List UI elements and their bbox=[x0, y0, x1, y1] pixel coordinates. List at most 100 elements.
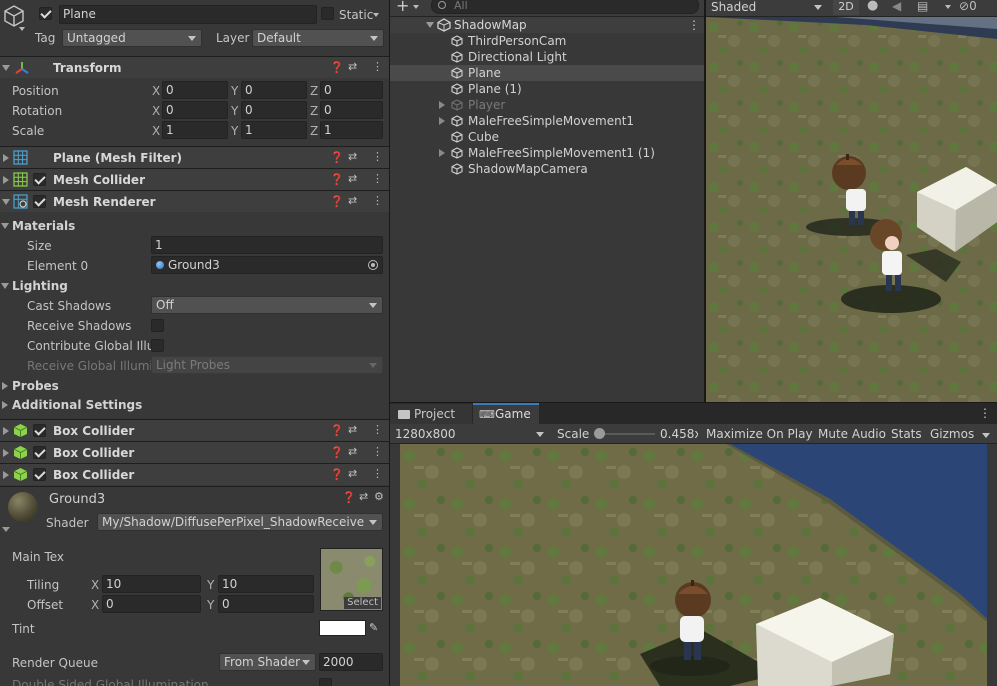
tiling-x-field[interactable]: 10 bbox=[102, 575, 201, 593]
presets-icon[interactable]: ⇄ bbox=[348, 423, 357, 437]
static-label[interactable]: Static bbox=[339, 7, 373, 23]
object-picker-icon[interactable] bbox=[368, 260, 378, 270]
main-texture-slot[interactable]: Select bbox=[320, 548, 383, 611]
collapse-arrow-icon[interactable] bbox=[426, 22, 434, 28]
transform-header[interactable]: Transform ❓ ⇄ ⋮ bbox=[0, 56, 389, 78]
help-icon[interactable]: ❓ bbox=[330, 446, 344, 460]
box-collider-enabled-checkbox[interactable] bbox=[33, 468, 46, 481]
gizmos-dropdown-icon[interactable] bbox=[982, 433, 990, 438]
position-y-axis-label[interactable]: Y bbox=[231, 83, 238, 99]
layer-dropdown[interactable]: Default bbox=[252, 29, 384, 47]
position-y-field[interactable]: 0 bbox=[241, 81, 307, 99]
material-foldout-icon[interactable] bbox=[2, 527, 10, 532]
hierarchy-item[interactable]: MaleFreeSimpleMovement1 (1) bbox=[390, 145, 704, 161]
static-dropdown-icon[interactable] bbox=[373, 13, 379, 17]
eyedropper-icon[interactable]: ✎ bbox=[369, 620, 383, 636]
tag-dropdown[interactable]: Untagged bbox=[62, 29, 202, 47]
hierarchy-add-button[interactable]: + bbox=[396, 0, 422, 15]
position-z-axis-label[interactable]: Z bbox=[310, 83, 318, 99]
tab-game[interactable]: ⌨ Game bbox=[473, 403, 539, 424]
rotation-x-axis-label[interactable]: X bbox=[152, 103, 160, 119]
hidden-objects-toggle[interactable]: ⊘0 bbox=[959, 0, 977, 14]
help-icon[interactable]: ❓ bbox=[330, 424, 344, 438]
static-checkbox[interactable] bbox=[321, 7, 334, 20]
help-icon[interactable]: ❓ bbox=[330, 195, 344, 209]
hierarchy-search-input[interactable]: All bbox=[431, 0, 699, 14]
scale-x-axis-label[interactable]: X bbox=[152, 123, 160, 139]
hierarchy-item[interactable]: Directional Light bbox=[390, 49, 704, 65]
help-icon[interactable]: ❓ bbox=[342, 491, 356, 505]
help-icon[interactable]: ❓ bbox=[330, 468, 344, 482]
box-collider-enabled-checkbox[interactable] bbox=[33, 424, 46, 437]
gear-icon[interactable]: ⚙ bbox=[374, 490, 384, 504]
shader-dropdown[interactable]: My/Shadow/DiffusePerPixel_ShadowReceive bbox=[97, 513, 383, 531]
presets-icon[interactable]: ⇄ bbox=[348, 172, 357, 186]
scene-view[interactable] bbox=[706, 17, 997, 402]
mesh-filter-header[interactable]: Plane (Mesh Filter) ❓ ⇄ ⋮ bbox=[0, 146, 389, 168]
game-view[interactable] bbox=[400, 444, 987, 686]
shading-mode-dropdown[interactable]: Shaded bbox=[706, 0, 828, 16]
gizmos-toggle[interactable]: Gizmos bbox=[930, 426, 974, 442]
kebab-menu-icon[interactable]: ⋮ bbox=[372, 150, 383, 164]
additional-settings-label[interactable]: Additional Settings bbox=[12, 397, 142, 413]
scale-z-field[interactable]: 1 bbox=[320, 121, 383, 139]
hierarchy-item[interactable]: Cube bbox=[390, 129, 704, 145]
kebab-menu-icon[interactable]: ⋮ bbox=[372, 172, 383, 186]
kebab-menu-icon[interactable]: ⋮ bbox=[372, 467, 383, 481]
lighting-expand-icon[interactable] bbox=[1, 283, 9, 289]
kebab-menu-icon[interactable]: ⋮ bbox=[372, 194, 383, 208]
scale-slider-handle[interactable] bbox=[594, 428, 605, 439]
scale-x-field[interactable]: 1 bbox=[162, 121, 228, 139]
additional-settings-expand-icon[interactable] bbox=[2, 401, 8, 409]
rotation-z-field[interactable]: 0 bbox=[320, 101, 383, 119]
expand-arrow-icon[interactable] bbox=[3, 471, 9, 479]
hierarchy-item[interactable]: ThirdPersonCam bbox=[390, 33, 704, 49]
box-collider-header[interactable]: Box Collider ❓ ⇄ ⋮ bbox=[0, 441, 389, 463]
hierarchy-item[interactable]: ShadowMapCamera bbox=[390, 161, 704, 177]
position-z-field[interactable]: 0 bbox=[320, 81, 383, 99]
expand-arrow-icon[interactable] bbox=[3, 176, 9, 184]
object-name-field[interactable]: Plane bbox=[59, 5, 317, 24]
hierarchy-item[interactable]: Player bbox=[390, 97, 704, 113]
probes-expand-icon[interactable] bbox=[2, 382, 8, 390]
texture-select-button[interactable]: Select bbox=[344, 597, 381, 609]
audio-toggle-icon[interactable]: ◀ bbox=[892, 0, 901, 14]
lighting-label[interactable]: Lighting bbox=[12, 278, 68, 294]
hierarchy-item[interactable]: MaleFreeSimpleMovement1 bbox=[390, 113, 704, 129]
tiling-y-field[interactable]: 10 bbox=[218, 575, 314, 593]
expand-arrow-icon[interactable] bbox=[439, 149, 445, 157]
presets-icon[interactable]: ⇄ bbox=[348, 445, 357, 459]
gameobject-icon-dropdown[interactable] bbox=[19, 27, 25, 31]
presets-icon[interactable]: ⇄ bbox=[348, 60, 357, 74]
rotation-y-axis-label[interactable]: Y bbox=[231, 103, 238, 119]
contribute-gi-checkbox[interactable] bbox=[151, 339, 164, 352]
expand-arrow-icon[interactable] bbox=[3, 449, 9, 457]
kebab-menu-icon[interactable]: ⋮ bbox=[688, 17, 700, 33]
tint-color-swatch[interactable] bbox=[319, 620, 366, 636]
expand-arrow-icon[interactable] bbox=[3, 154, 9, 162]
mute-audio-toggle[interactable]: Mute Audio bbox=[818, 426, 886, 442]
scale-z-axis-label[interactable]: Z bbox=[310, 123, 318, 139]
box-collider-header[interactable]: Box Collider ❓ ⇄ ⋮ bbox=[0, 419, 389, 441]
chevron-down-icon[interactable] bbox=[945, 5, 951, 9]
effects-dropdown-icon[interactable]: ▤ bbox=[917, 0, 928, 14]
expand-arrow-icon[interactable] bbox=[3, 427, 9, 435]
mesh-collider-enabled-checkbox[interactable] bbox=[33, 173, 46, 186]
active-checkbox[interactable] bbox=[39, 7, 52, 20]
presets-icon[interactable]: ⇄ bbox=[348, 150, 357, 164]
resolution-dropdown[interactable]: 1280x800 bbox=[390, 425, 550, 443]
presets-icon[interactable]: ⇄ bbox=[348, 467, 357, 481]
hierarchy-item[interactable]: Plane (1) bbox=[390, 81, 704, 97]
hierarchy-item[interactable]: Plane bbox=[390, 65, 704, 81]
expand-arrow-icon[interactable] bbox=[2, 65, 10, 71]
materials-size-field[interactable]: 1 bbox=[151, 236, 383, 254]
rotation-y-field[interactable]: 0 bbox=[241, 101, 307, 119]
mesh-renderer-header[interactable]: Mesh Renderer ❓ ⇄ ⋮ bbox=[0, 190, 389, 212]
kebab-menu-icon[interactable]: ⋮ bbox=[372, 60, 383, 74]
help-icon[interactable]: ❓ bbox=[330, 151, 344, 165]
scale-y-field[interactable]: 1 bbox=[241, 121, 307, 139]
toggle-2d-button[interactable]: 2D bbox=[833, 0, 859, 15]
rotation-x-field[interactable]: 0 bbox=[162, 101, 228, 119]
offset-y-field[interactable]: 0 bbox=[218, 595, 314, 613]
tab-project[interactable]: Project bbox=[390, 404, 472, 424]
